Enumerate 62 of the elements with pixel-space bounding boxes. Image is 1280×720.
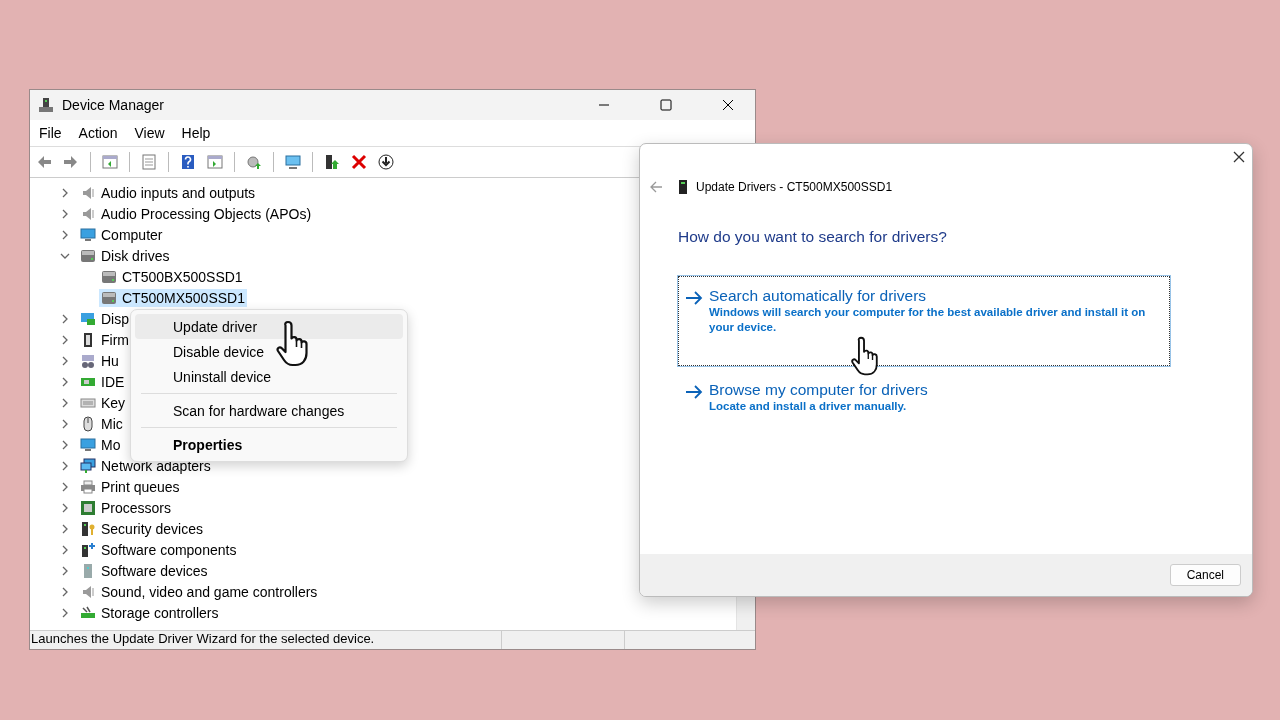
option-title: Search automatically for drivers [709,287,928,305]
tree-item[interactable]: Audio Processing Objects (APOs) [78,204,314,223]
tree-item[interactable]: Hu [78,351,121,370]
device-manager-icon [38,97,54,113]
tree-item[interactable]: Processors [78,498,174,517]
processor-icon [80,499,96,516]
tree-item[interactable]: Mo [78,435,123,454]
status-text: Launches the Update Driver Wizard for the selected device. [30,631,376,648]
display-adapter-icon [80,310,96,327]
tree-item[interactable]: Software components [78,540,239,559]
tree-item[interactable]: Key [78,393,128,412]
tree-item[interactable]: CT500MX500SSD1 [99,288,247,307]
component-icon [80,541,96,558]
printer-icon [80,478,96,495]
tree-item[interactable]: Computer [78,225,165,244]
option-title: Browse my computer for drivers [709,381,928,399]
menu-item[interactable]: Help [174,125,221,141]
window-title: Device Manager [62,97,164,113]
tree-item[interactable]: Firm [78,330,131,349]
tree-item[interactable]: Mic [78,414,125,433]
right-arrow-icon [685,383,703,401]
dialog-title: Update Drivers - CT500MX500SSD1 [696,180,893,194]
storage-controller-icon [80,604,96,621]
tree-item[interactable]: CT500BX500SSD1 [99,267,245,286]
option-description: Windows will search your computer for the best available driver and install it on your device. [709,305,1147,335]
speaker-icon [80,205,96,222]
drive-icon [80,247,96,264]
tree-item[interactable]: Storage controllers [78,603,221,622]
tree-item[interactable]: Print queues [78,477,182,496]
drive-icon [101,289,117,306]
gamepad-icon [80,352,96,369]
speaker-icon [80,184,96,201]
monitor-icon [80,436,96,453]
menu-item[interactable]: Action [71,125,128,141]
tree-item[interactable]: Sound, video and game controllers [78,582,320,601]
dialog-heading: How do you want to search for drivers? [678,228,948,246]
drive-icon [678,179,688,195]
tree-item[interactable]: Software devices [78,561,210,580]
tree-item[interactable]: Audio inputs and outputs [78,183,258,202]
back-arrow-icon[interactable] [648,179,664,195]
cancel-button[interactable]: Cancel [1169,564,1241,586]
network-icon [80,457,96,474]
drive-icon [101,268,117,285]
tree-item[interactable]: IDE [78,372,127,391]
tree-item[interactable]: Network adapters [78,456,213,475]
menu-item[interactable]: File [32,125,72,141]
key-icon [80,520,96,537]
menu-item[interactable]: Update driver [135,314,403,339]
monitor-icon [80,226,96,243]
search-option[interactable]: Browse my computer for drivers Locate and install a driver manually. [678,370,1170,445]
option-description: Locate and install a driver manually. [709,399,908,414]
menu-item[interactable]: Scan for hardware changes [135,398,403,423]
menu-item[interactable]: View [127,125,175,141]
menu-item[interactable]: Uninstall device [135,364,403,389]
speaker-icon [80,583,96,600]
right-arrow-icon [685,289,703,307]
tree-item[interactable]: Security devices [78,519,205,538]
tree-item[interactable]: Disp [78,309,131,328]
search-option[interactable]: Search automatically for drivers Windows will search your computer for the best available driver and install it on your device. [678,276,1170,366]
tree-item[interactable]: Disk drives [78,246,172,265]
menu-item[interactable]: Properties [135,432,403,457]
menu-item[interactable]: Disable device [135,339,403,364]
